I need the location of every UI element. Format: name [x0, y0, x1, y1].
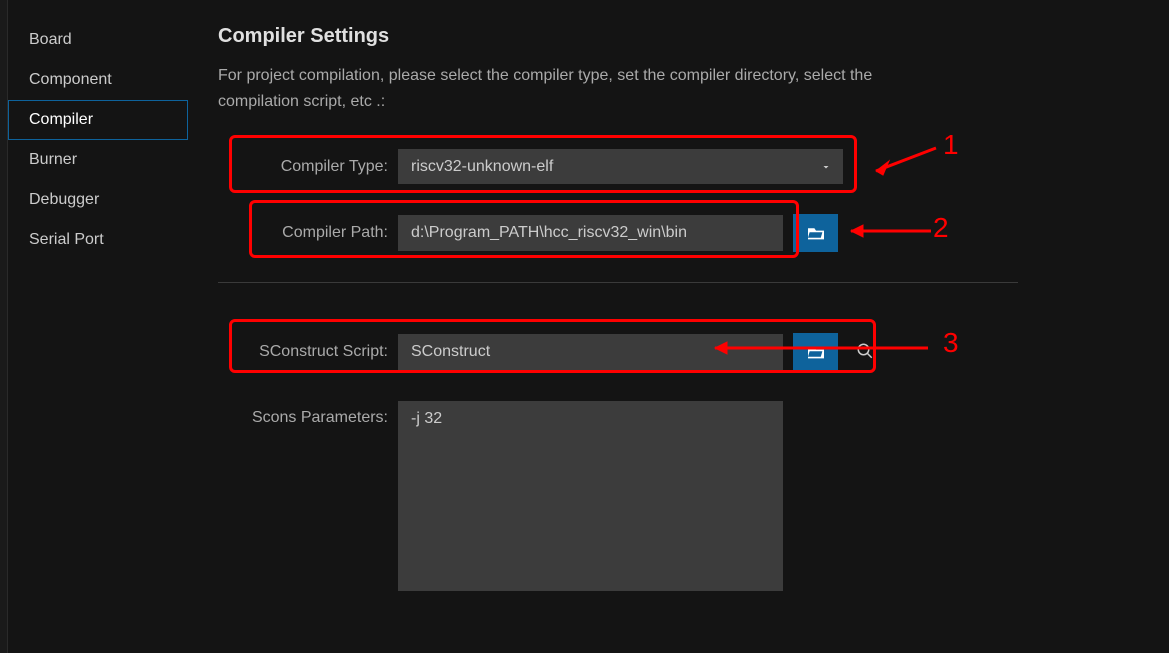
textarea-scons-params[interactable] [398, 401, 783, 591]
select-compiler-type[interactable]: riscv32-unknown-elf [398, 149, 843, 184]
sidebar-item-debugger[interactable]: Debugger [8, 180, 188, 220]
label-sconstruct-script: SConstruct Script: [243, 343, 398, 361]
annotation-number-3: 3 [943, 327, 959, 359]
form-section-scons: 3 SConstruct Script: Scons Parameters: [243, 333, 1139, 591]
form-section-compiler: 1 Compiler Type: riscv32-unknown-elf 2 C… [243, 149, 1139, 252]
row-compiler-path: 2 Compiler Path: [243, 214, 1139, 252]
main-panel: Compiler Settings For project compilatio… [188, 0, 1169, 653]
input-sconstruct-script[interactable] [398, 334, 783, 370]
sidebar-item-serial-port[interactable]: Serial Port [8, 220, 188, 260]
label-scons-params: Scons Parameters: [243, 401, 398, 427]
folder-open-icon [806, 225, 826, 241]
input-compiler-path[interactable] [398, 215, 783, 251]
browse-button-sconstruct[interactable] [793, 333, 838, 371]
sidebar-item-component[interactable]: Component [8, 60, 188, 100]
sidebar-item-burner[interactable]: Burner [8, 140, 188, 180]
annotation-arrow-1 [861, 143, 941, 178]
label-compiler-path: Compiler Path: [243, 224, 398, 242]
row-scons-params: Scons Parameters: [243, 401, 1139, 591]
page-title: Compiler Settings [218, 25, 1139, 48]
folder-open-icon [806, 344, 826, 360]
sidebar-item-board[interactable]: Board [8, 20, 188, 60]
annotation-arrow-2 [841, 222, 936, 240]
activity-bar [0, 0, 8, 653]
search-icon [856, 342, 874, 360]
search-button-sconstruct[interactable] [848, 334, 882, 371]
annotation-number-1: 1 [943, 129, 959, 161]
sidebar: Board Component Compiler Burner Debugger… [8, 0, 188, 653]
label-compiler-type: Compiler Type: [243, 158, 398, 176]
annotation-number-2: 2 [933, 212, 949, 244]
sidebar-item-compiler[interactable]: Compiler [8, 100, 188, 140]
divider [218, 282, 1018, 283]
browse-button-compiler-path[interactable] [793, 214, 838, 252]
row-compiler-type: 1 Compiler Type: riscv32-unknown-elf [243, 149, 1139, 184]
row-sconstruct-script: 3 SConstruct Script: [243, 333, 1139, 371]
page-subtitle: For project compilation, please select t… [218, 63, 938, 114]
